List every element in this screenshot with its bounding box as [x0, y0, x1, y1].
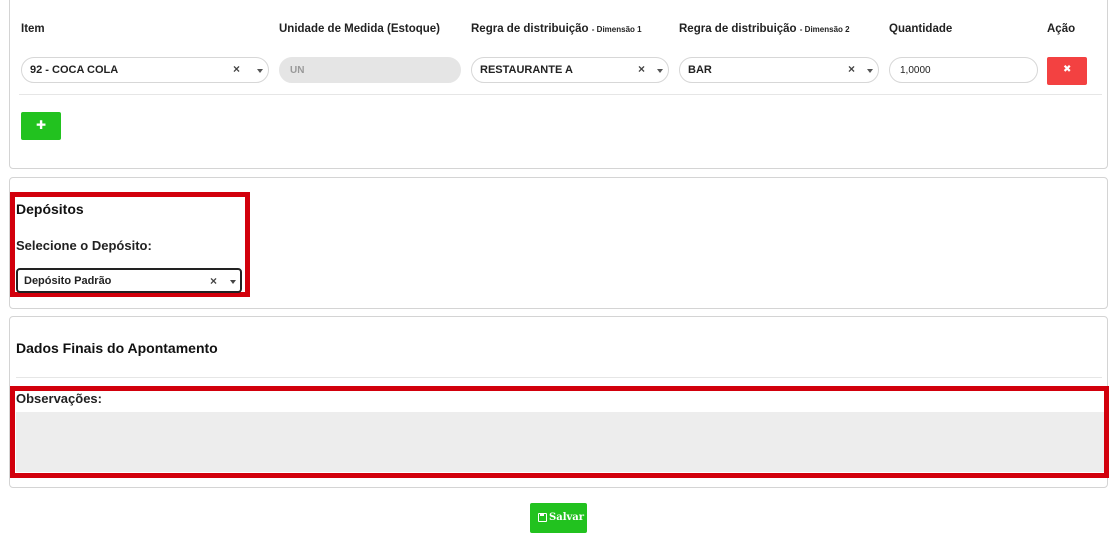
regra-2-chevron-down-icon[interactable]: [867, 69, 873, 73]
final-divider: [16, 377, 1102, 378]
regra-1-value: RESTAURANTE A: [480, 64, 573, 76]
deposito-select[interactable]: Depósito Padrão ×: [16, 268, 242, 293]
close-icon: ✖: [1063, 64, 1072, 75]
save-button[interactable]: Salvar: [530, 503, 587, 533]
quantidade-input[interactable]: 1,0000: [889, 57, 1038, 83]
item-chevron-down-icon[interactable]: [257, 69, 263, 73]
unidade-value: UN: [290, 65, 305, 76]
observacoes-label: Observações:: [16, 391, 102, 406]
save-icon: [538, 513, 547, 522]
header-regra-2-sub: - Dimensão 2: [799, 25, 850, 34]
regra-2-select[interactable]: BAR ×: [679, 57, 879, 83]
deposito-select-value: Depósito Padrão: [24, 275, 112, 287]
header-regra-1: Regra de distribuição - Dimensão 1: [471, 23, 642, 35]
observacoes-textarea[interactable]: [16, 412, 1104, 472]
regra-1-select[interactable]: RESTAURANTE A ×: [471, 57, 669, 83]
header-unidade: Unidade de Medida (Estoque): [279, 23, 441, 35]
unidade-field: UN: [279, 57, 461, 83]
regra-1-clear-icon[interactable]: ×: [638, 62, 645, 76]
header-regra-1-label: Regra de distribuição: [471, 23, 589, 35]
header-item: Item: [21, 23, 45, 35]
save-button-label: Salvar: [549, 512, 585, 523]
item-clear-icon[interactable]: ×: [233, 62, 240, 76]
deposito-label: Selecione o Depósito:: [16, 238, 152, 253]
regra-2-value: BAR: [688, 64, 712, 76]
header-regra-1-sub: - Dimensão 1: [591, 25, 642, 34]
final-title: Dados Finais do Apontamento: [16, 340, 218, 356]
header-acao: Ação: [1047, 23, 1076, 35]
header-quantidade: Quantidade: [889, 23, 953, 35]
remove-row-button[interactable]: ✖: [1047, 57, 1087, 85]
header-regra-2: Regra de distribuição - Dimensão 2: [679, 23, 850, 35]
depositos-title: Depósitos: [16, 201, 84, 217]
plus-icon: ✚: [36, 118, 47, 132]
header-regra-2-label: Regra de distribuição: [679, 23, 797, 35]
regra-2-clear-icon[interactable]: ×: [848, 62, 855, 76]
item-select[interactable]: 92 - COCA COLA ×: [21, 57, 269, 83]
item-select-value: 92 - COCA COLA: [30, 64, 119, 76]
regra-1-chevron-down-icon[interactable]: [657, 69, 663, 73]
add-row-button[interactable]: ✚: [21, 112, 61, 140]
deposito-clear-icon[interactable]: ×: [210, 274, 217, 288]
deposito-chevron-down-icon[interactable]: [230, 280, 236, 284]
row-divider: [19, 94, 1102, 95]
quantidade-value: 1,0000: [900, 65, 931, 76]
